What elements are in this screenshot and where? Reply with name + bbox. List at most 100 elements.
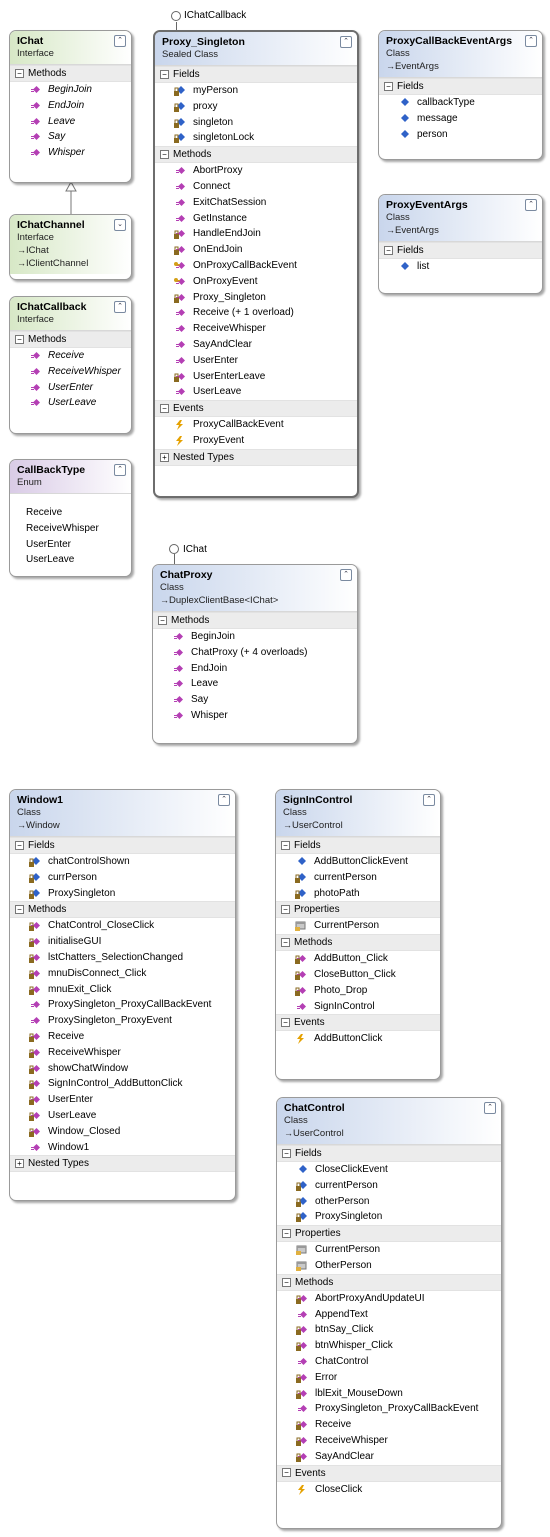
member-row[interactable]: AddButtonClick: [276, 1031, 440, 1047]
member-row[interactable]: EndJoin: [10, 98, 131, 114]
section-fields[interactable]: − Fields: [155, 66, 357, 83]
member-row[interactable]: ProxySingleton_ProxyEvent: [10, 1013, 235, 1029]
collapse-minus-icon[interactable]: −: [160, 404, 169, 413]
member-row[interactable]: GetInstance: [155, 211, 357, 227]
collapse-minus-icon[interactable]: −: [158, 615, 167, 625]
member-row[interactable]: Leave: [153, 676, 357, 692]
member-row[interactable]: Whisper: [10, 145, 131, 161]
section-methods[interactable]: − Methods: [10, 901, 235, 919]
ichatcallback-box[interactable]: IChatCallback Interface ⌃ − Methods Receiv…: [9, 296, 132, 434]
member-row[interactable]: myPerson: [155, 83, 357, 99]
member-row[interactable]: SayAndClear: [277, 1449, 501, 1465]
member-row[interactable]: SignInControl_AddButtonClick: [10, 1076, 235, 1092]
member-row[interactable]: message: [379, 111, 542, 127]
proxy-event-args-box[interactable]: ProxyEventArgs Class EventArgs ⌃ −Fields…: [378, 194, 543, 294]
section-methods[interactable]: − Methods: [10, 65, 131, 82]
section-methods[interactable]: − Methods: [10, 331, 131, 348]
member-row[interactable]: UserEnterLeave: [155, 369, 357, 385]
member-row[interactable]: btnSay_Click: [277, 1322, 501, 1338]
member-row[interactable]: BeginJoin: [10, 82, 131, 98]
proxy-callback-event-args-box[interactable]: ProxyCallBackEventArgs Class EventArgs ⌃…: [378, 30, 543, 160]
collapse-minus-icon[interactable]: −: [282, 1277, 291, 1287]
section-properties[interactable]: − Properties: [276, 901, 440, 919]
member-row[interactable]: UserEnter: [155, 353, 357, 369]
member-row[interactable]: Whisper: [153, 708, 357, 724]
member-row[interactable]: ProxySingleton_ProxyCallBackEvent: [10, 997, 235, 1013]
member-row[interactable]: Say: [10, 129, 131, 145]
collapse-minus-icon[interactable]: −: [384, 81, 393, 91]
member-row[interactable]: ReceiveWhisper: [10, 1045, 235, 1061]
member-row[interactable]: ReceiveWhisper: [155, 321, 357, 337]
member-row[interactable]: person: [379, 127, 542, 143]
member-row[interactable]: Receive: [277, 1417, 501, 1433]
collapse-chevron-icon[interactable]: ⌃: [525, 35, 537, 47]
member-row[interactable]: photoPath: [276, 886, 440, 902]
member-row[interactable]: ReceiveWhisper: [277, 1433, 501, 1449]
member-row[interactable]: AppendText: [277, 1307, 501, 1323]
member-row[interactable]: CloseButton_Click: [276, 967, 440, 983]
member-row[interactable]: Proxy_Singleton: [155, 290, 357, 306]
member-row[interactable]: ExitChatSession: [155, 195, 357, 211]
member-row[interactable]: AddButtonClickEvent: [276, 854, 440, 870]
section-properties[interactable]: − Properties: [277, 1225, 501, 1243]
collapse-minus-icon[interactable]: −: [281, 840, 290, 850]
ichatchannel-box[interactable]: IChatChannel Interface IChat IClientChan…: [9, 214, 132, 280]
collapse-minus-icon[interactable]: −: [281, 905, 290, 915]
collapse-minus-icon[interactable]: −: [281, 1018, 290, 1028]
member-row[interactable]: ProxySingleton: [10, 886, 235, 902]
member-row[interactable]: CloseClick: [277, 1482, 501, 1498]
member-row[interactable]: ProxyCallBackEvent: [155, 417, 357, 433]
member-row[interactable]: AbortProxyAndUpdateUI: [277, 1291, 501, 1307]
chat-proxy-box[interactable]: ChatProxy Class DuplexClientBase<IChat> …: [152, 564, 358, 744]
member-row[interactable]: CurrentPerson: [276, 918, 440, 934]
member-row[interactable]: Receive (+ 1 overload): [155, 305, 357, 321]
section-fields[interactable]: − Fields: [10, 837, 235, 854]
section-events[interactable]: − Events: [276, 1014, 440, 1032]
member-row[interactable]: ChatProxy (+ 4 overloads): [153, 645, 357, 661]
collapse-chevron-icon[interactable]: ⌃: [484, 1102, 496, 1114]
member-row[interactable]: UserLeave: [10, 395, 131, 411]
collapse-chevron-icon[interactable]: ⌃: [340, 569, 352, 581]
collapse-minus-icon[interactable]: −: [15, 840, 24, 850]
member-row[interactable]: OnProxyEvent: [155, 274, 357, 290]
member-row[interactable]: Connect: [155, 179, 357, 195]
section-fields[interactable]: − Fields: [277, 1145, 501, 1162]
collapse-minus-icon[interactable]: −: [160, 150, 169, 160]
member-row[interactable]: ChatControl: [277, 1354, 501, 1370]
member-row[interactable]: Receive: [10, 1029, 235, 1045]
member-row[interactable]: initialiseGUI: [10, 934, 235, 950]
member-row[interactable]: SignInControl: [276, 999, 440, 1015]
member-row[interactable]: ProxySingleton_ProxyCallBackEvent: [277, 1401, 501, 1417]
member-row[interactable]: SayAndClear: [155, 337, 357, 353]
collapse-minus-icon[interactable]: −: [281, 938, 290, 948]
member-row[interactable]: Say: [153, 692, 357, 708]
member-row[interactable]: lblExit_MouseDown: [277, 1386, 501, 1402]
sign-in-control-box[interactable]: SignInControl Class UserControl ⌃ −Field…: [275, 789, 441, 1080]
section-methods[interactable]: − Methods: [277, 1273, 501, 1291]
section-methods[interactable]: − Methods: [276, 934, 440, 952]
member-row[interactable]: EndJoin: [153, 661, 357, 677]
callbacktype-box[interactable]: CallBackType Enum ⌃ Receive ReceiveWhisp…: [9, 459, 132, 577]
section-methods[interactable]: − Methods: [155, 146, 357, 164]
member-row[interactable]: ReceiveWhisper: [10, 364, 131, 380]
member-row[interactable]: mnuDisConnect_Click: [10, 966, 235, 982]
expand-chevron-icon[interactable]: ⌄: [114, 219, 126, 231]
member-row[interactable]: UserLeave: [10, 1108, 235, 1124]
collapse-minus-icon[interactable]: −: [160, 69, 169, 79]
collapse-chevron-icon[interactable]: ⌃: [340, 36, 352, 48]
member-row[interactable]: otherPerson: [277, 1194, 501, 1210]
member-row[interactable]: OnEndJoin: [155, 242, 357, 258]
collapse-chevron-icon[interactable]: ⌃: [114, 35, 126, 47]
ichat-box[interactable]: IChat Interface ⌃ − Methods BeginJoin EndJo…: [9, 30, 132, 183]
collapse-chevron-icon[interactable]: ⌃: [114, 301, 126, 313]
section-events[interactable]: − Events: [277, 1464, 501, 1482]
collapse-chevron-icon[interactable]: ⌃: [525, 199, 537, 211]
member-row[interactable]: singleton: [155, 115, 357, 131]
collapse-minus-icon[interactable]: −: [15, 905, 24, 915]
member-row[interactable]: BeginJoin: [153, 629, 357, 645]
collapse-minus-icon[interactable]: −: [282, 1229, 291, 1239]
member-row[interactable]: showChatWindow: [10, 1061, 235, 1077]
member-row[interactable]: Photo_Drop: [276, 983, 440, 999]
member-row[interactable]: Leave: [10, 114, 131, 130]
member-row[interactable]: CloseClickEvent: [277, 1162, 501, 1178]
